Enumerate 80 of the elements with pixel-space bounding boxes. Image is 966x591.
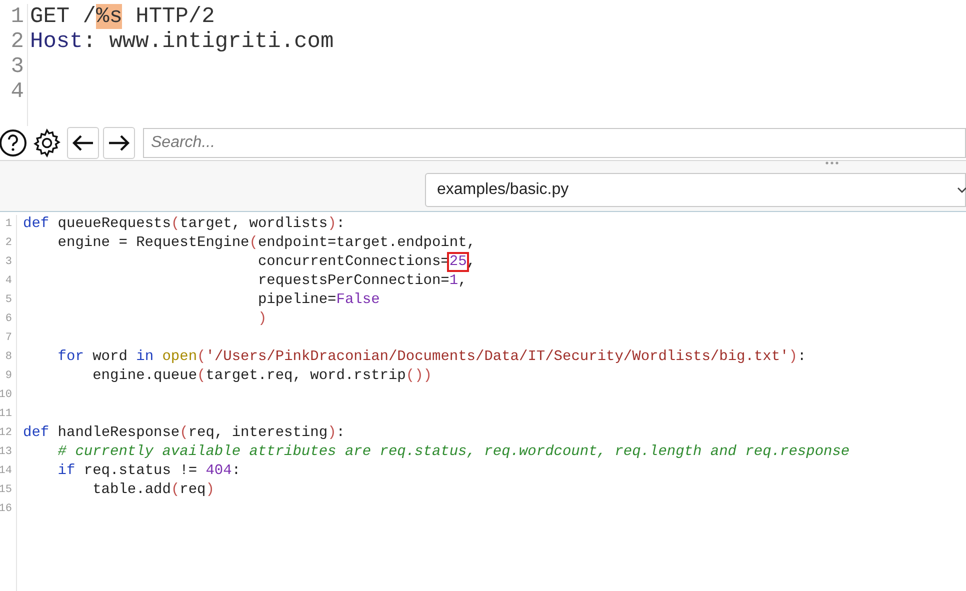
code-token: False: [336, 292, 380, 308]
code-token: for: [58, 349, 84, 365]
code-token: (: [170, 482, 180, 498]
line-number: 5: [5, 293, 12, 308]
code-token: ,: [466, 254, 476, 270]
code-token: :: [232, 463, 241, 479]
line-number: 1: [10, 4, 24, 29]
code-token: ): [328, 425, 336, 441]
code-token: :: [336, 216, 345, 232]
line-number: 3: [10, 54, 24, 79]
code-token: in: [136, 349, 154, 365]
line-number: 12: [0, 426, 12, 441]
request-text: HTTP/2: [134, 4, 215, 29]
code-token: ): [328, 216, 336, 232]
code-token: (: [197, 349, 206, 365]
line-number: 10: [0, 388, 12, 403]
code-token: 1: [449, 273, 458, 289]
payload-marker: %s: [96, 4, 122, 29]
header-name: Host: [30, 29, 83, 54]
code-token: ): [788, 349, 798, 365]
line-number: 13: [0, 445, 12, 460]
code-token: (: [180, 425, 188, 441]
code-token: ): [258, 311, 267, 327]
line-number: 7: [5, 331, 12, 346]
code-token: ,: [458, 273, 467, 289]
line-number: 11: [0, 407, 12, 422]
line-number: 9: [5, 369, 12, 384]
code-token: :: [797, 349, 806, 365]
line-number: 4: [10, 79, 24, 104]
back-button[interactable]: [67, 127, 99, 159]
request-text: : www.intigriti.com: [82, 29, 334, 54]
code-token: '/Users/PinkDraconian/Documents/Data/IT/Security/Wordlists/big.txt': [206, 349, 789, 365]
line-number: 2: [5, 236, 12, 251]
search-field[interactable]: Search...: [143, 128, 966, 158]
chevron-down-icon: [957, 186, 966, 194]
code-token: requestsPerConnection=: [258, 273, 450, 289]
line-number: 6: [5, 312, 12, 327]
code-token: (: [170, 216, 180, 232]
code-token: concurrentConnections=: [258, 254, 450, 270]
code-token: 404: [206, 463, 232, 479]
line-number: 14: [0, 464, 12, 479]
code-token: ()): [406, 368, 432, 384]
line-number: 16: [0, 502, 12, 517]
help-icon[interactable]: [0, 128, 27, 158]
code-token: req, interesting: [188, 425, 328, 441]
code-token: if: [58, 463, 76, 479]
line-number: 2: [10, 29, 24, 54]
code-token: engine.queue: [92, 368, 198, 384]
code-token: (: [249, 235, 258, 251]
line-number: 8: [5, 350, 12, 365]
request-text: GET /: [30, 4, 96, 29]
code-token: open: [161, 349, 198, 365]
code-token: ): [206, 482, 214, 498]
line-number: 4: [5, 274, 12, 289]
code-token: def: [23, 216, 50, 232]
left-arrow-icon: [72, 134, 94, 152]
line-number: 3: [5, 255, 12, 270]
code-token: req.status !=: [82, 463, 198, 479]
right-arrow-icon: [108, 134, 130, 152]
settings-icon[interactable]: [31, 127, 63, 159]
script-dropdown[interactable]: examples/basic.py: [425, 173, 966, 207]
code-token: queueRequests: [56, 216, 171, 232]
code-token: handleResponse: [56, 425, 180, 441]
forward-button[interactable]: [103, 127, 135, 159]
code-token: # currently available attributes are req.status, req.wordcount, req.length and req.response: [58, 444, 850, 460]
line-number: 1: [5, 217, 12, 232]
boxed-code-token: 25: [449, 254, 467, 270]
code-token: engine = RequestEngine: [58, 235, 250, 251]
line-number: 15: [0, 483, 12, 498]
code-token: :: [336, 425, 345, 441]
code-token: table.add: [92, 482, 171, 498]
code-token: target.req, word.rstrip: [206, 368, 406, 384]
code-token: pipeline=: [258, 292, 336, 308]
code-token: req: [180, 482, 206, 498]
splitter-grip-icon[interactable]: [825, 161, 839, 165]
code-token: endpoint=target.endpoint,: [258, 235, 476, 251]
code-token: (: [197, 368, 206, 384]
code-token: def: [23, 425, 50, 441]
code-token: target, wordlists: [180, 216, 328, 232]
code-token: word: [92, 349, 128, 365]
